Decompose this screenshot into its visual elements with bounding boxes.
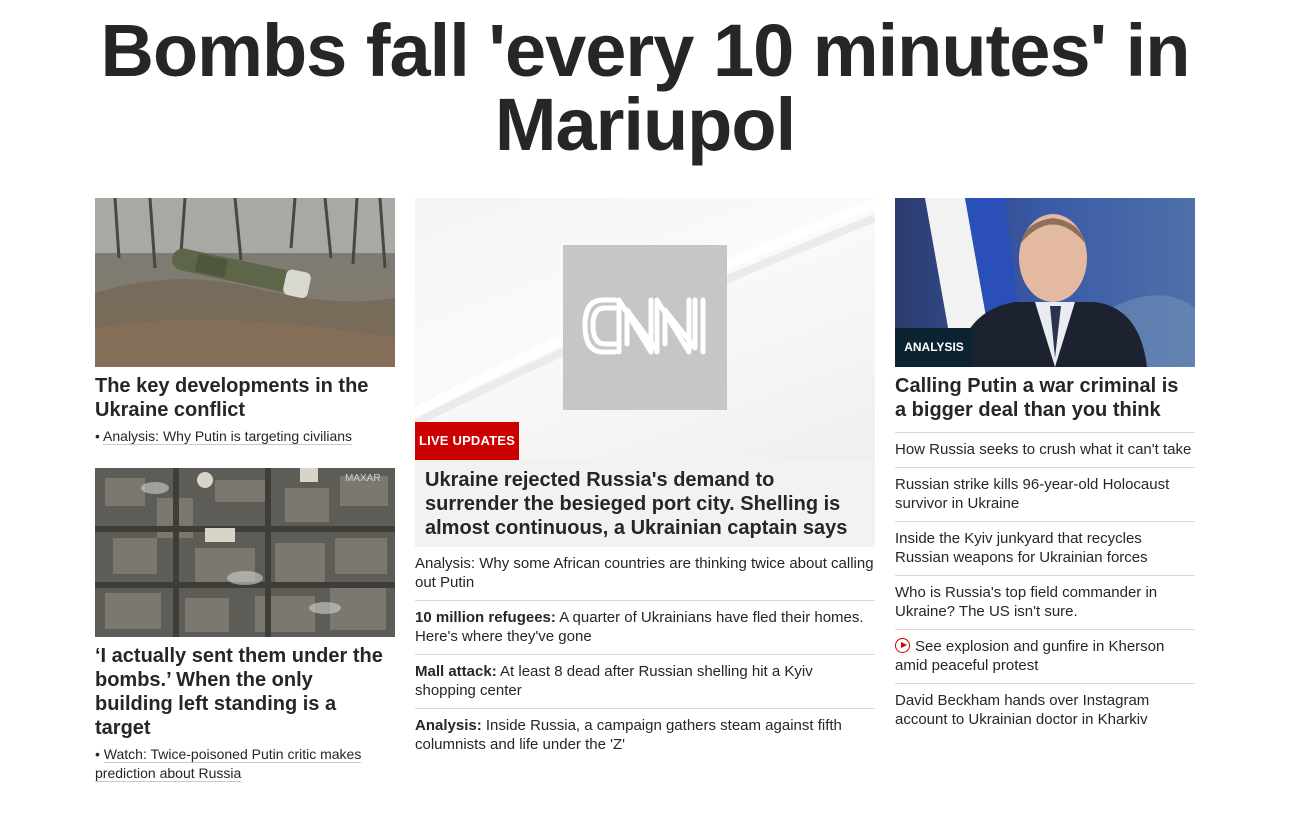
- middle-story-list: Analysis: Why some African countries are…: [415, 547, 875, 762]
- story-title-only-building[interactable]: ‘I actually sent them under the bombs.’ …: [95, 644, 395, 740]
- story-thumbnail-putin[interactable]: ANALYSIS: [895, 198, 1195, 367]
- related-link-putin-critic[interactable]: • Watch: Twice-poisoned Putin critic mak…: [95, 745, 395, 783]
- story-card-only-building: MAXAR ‘I actually sent them under the bo…: [95, 468, 395, 783]
- story-title-war-criminal[interactable]: Calling Putin a war criminal is a bigger…: [895, 374, 1195, 422]
- list-item-prefix: Analysis:: [415, 717, 482, 734]
- list-item-text: How Russia seeks to crush what it can't …: [895, 441, 1192, 458]
- list-item-text: See explosion and gunfire in Kherson ami…: [895, 638, 1165, 674]
- hero-story-title[interactable]: Ukraine rejected Russia's demand to surr…: [415, 460, 875, 547]
- list-item-prefix: 10 million refugees:: [415, 609, 556, 626]
- story-thumbnail-aerial[interactable]: MAXAR: [95, 468, 395, 637]
- page-headline[interactable]: Bombs fall 'every 10 minutes' in Mariupo…: [60, 14, 1230, 162]
- list-item-video[interactable]: See explosion and gunfire in Kherson ami…: [895, 629, 1195, 683]
- story-title-key-developments[interactable]: The key developments in the Ukraine conf…: [95, 374, 395, 422]
- aerial-city-image: MAXAR: [95, 468, 395, 637]
- list-item-text: Who is Russia's top field commander in U…: [895, 584, 1158, 620]
- analysis-badge[interactable]: ANALYSIS: [895, 328, 973, 367]
- story-card-key-developments: The key developments in the Ukraine conf…: [95, 198, 395, 446]
- right-story-list: How Russia seeks to crush what it can't …: [895, 432, 1195, 737]
- list-item[interactable]: Mall attack: At least 8 dead after Russi…: [415, 654, 875, 708]
- list-item[interactable]: How Russia seeks to crush what it can't …: [895, 432, 1195, 467]
- related-link-why-putin[interactable]: • Analysis: Why Putin is targeting civil…: [95, 427, 395, 446]
- list-item-text: Analysis: Why some African countries are…: [415, 555, 874, 591]
- missile-in-field-image: [95, 198, 395, 367]
- list-item-text: Russian strike kills 96-year-old Holocau…: [895, 476, 1170, 512]
- related-link-label[interactable]: Watch: Twice-poisoned Putin critic makes…: [95, 746, 362, 782]
- list-item-text: Inside the Kyiv junkyard that recycles R…: [895, 530, 1148, 566]
- list-item-text: David Beckham hands over Instagram accou…: [895, 692, 1150, 728]
- list-item[interactable]: Analysis: Why some African countries are…: [415, 547, 875, 600]
- hero-media[interactable]: LIVE UPDATES: [415, 198, 875, 460]
- play-icon: [895, 638, 910, 653]
- list-item[interactable]: Russian strike kills 96-year-old Holocau…: [895, 467, 1195, 521]
- image-watermark: MAXAR: [345, 473, 381, 484]
- cnn-logo: [563, 245, 727, 410]
- left-column: The key developments in the Ukraine conf…: [95, 198, 395, 783]
- list-item[interactable]: Analysis: Inside Russia, a campaign gath…: [415, 708, 875, 762]
- related-link-label[interactable]: Analysis: Why Putin is targeting civilia…: [103, 428, 353, 445]
- list-item-prefix: Mall attack:: [415, 663, 497, 680]
- story-thumbnail-missile[interactable]: [95, 198, 395, 367]
- list-item[interactable]: 10 million refugees: A quarter of Ukrain…: [415, 600, 875, 654]
- list-item[interactable]: David Beckham hands over Instagram accou…: [895, 683, 1195, 737]
- list-item[interactable]: Who is Russia's top field commander in U…: [895, 575, 1195, 629]
- middle-column: LIVE UPDATES Ukraine rejected Russia's d…: [415, 198, 875, 762]
- right-column: ANALYSIS Calling Putin a war criminal is…: [895, 198, 1195, 737]
- cnn-logo-icon: [582, 297, 706, 355]
- live-updates-badge[interactable]: LIVE UPDATES: [415, 422, 519, 460]
- list-item[interactable]: Inside the Kyiv junkyard that recycles R…: [895, 521, 1195, 575]
